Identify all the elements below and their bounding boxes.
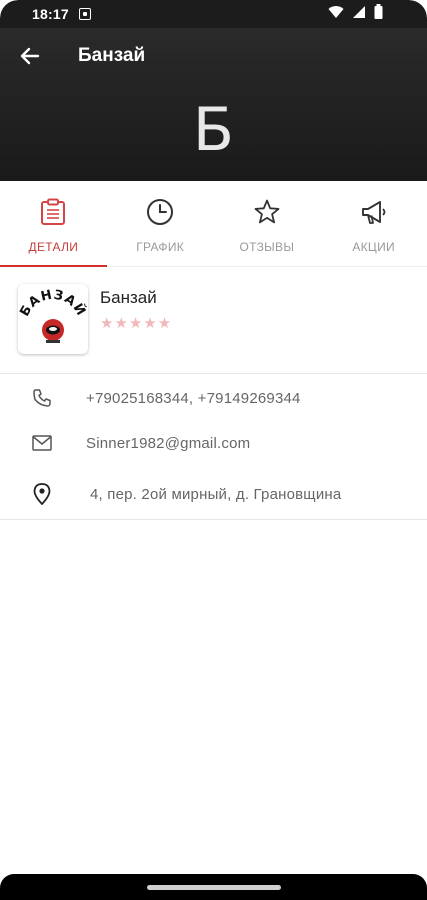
tab-label: АКЦИИ [352, 240, 395, 254]
email-row[interactable]: Sinner1982@gmail.com [0, 428, 427, 458]
tab-details[interactable]: ДЕТАЛИ [0, 181, 107, 267]
tab-bar: ДЕТАЛИ ГРАФИК ОТЗЫВЫ АКЦИИ [0, 181, 427, 267]
signal-icon [352, 5, 366, 24]
app-screen: 18:17 Банзай Б ДЕТАЛИ ГРАФИК ОТЗЫВЫ АКЦИ… [0, 0, 427, 900]
business-profile: БАНЗАЙ Банзай ★★★★★ [0, 268, 427, 374]
mail-icon [30, 431, 54, 455]
email-address: Sinner1982@gmail.com [86, 434, 251, 452]
tab-reviews[interactable]: ОТЗЫВЫ [214, 181, 321, 266]
status-time: 18:17 [32, 6, 69, 22]
business-logo: БАНЗАЙ [18, 284, 88, 354]
status-bar: 18:17 [0, 0, 427, 28]
tab-label: ДЕТАЛИ [28, 240, 79, 254]
avatar-initial: Б [192, 95, 235, 165]
home-gesture-handle[interactable] [146, 884, 281, 890]
clock-icon [146, 197, 174, 227]
street-address: 4, пер. 2ой мирный, д. Грановщина [90, 485, 342, 503]
battery-icon [374, 4, 383, 24]
active-tab-indicator [0, 265, 107, 267]
svg-text:БАНЗАЙ: БАНЗАЙ [18, 288, 88, 320]
megaphone-icon [360, 197, 388, 227]
arrow-left-icon [20, 46, 40, 71]
phone-row[interactable]: +79025168344, +79149269344 [0, 383, 427, 413]
star-outline-icon [253, 197, 281, 227]
phone-icon [30, 386, 54, 410]
tab-promotions[interactable]: АКЦИИ [320, 181, 427, 266]
rating-stars: ★★★★★ [100, 315, 173, 332]
app-header: Банзай Б [0, 28, 427, 181]
notification-icon [78, 8, 91, 20]
clipboard-icon [40, 197, 66, 227]
business-name: Банзай [100, 288, 157, 307]
tab-label: ГРАФИК [136, 240, 185, 254]
tab-label: ОТЗЫВЫ [239, 240, 295, 254]
banzai-logo-image: БАНЗАЙ [18, 288, 88, 343]
status-icons [328, 4, 413, 24]
back-button[interactable] [14, 42, 46, 74]
system-navigation-bar [0, 874, 427, 900]
tab-schedule[interactable]: ГРАФИК [107, 181, 214, 266]
phone-numbers: +79025168344, +79149269344 [86, 389, 301, 407]
contact-info: +79025168344, +79149269344 Sinner1982@gm… [0, 375, 427, 520]
address-row[interactable]: 4, пер. 2ой мирный, д. Грановщина [0, 479, 427, 509]
wifi-icon [328, 5, 344, 24]
location-pin-icon [30, 482, 54, 506]
page-title: Банзай [78, 45, 146, 66]
